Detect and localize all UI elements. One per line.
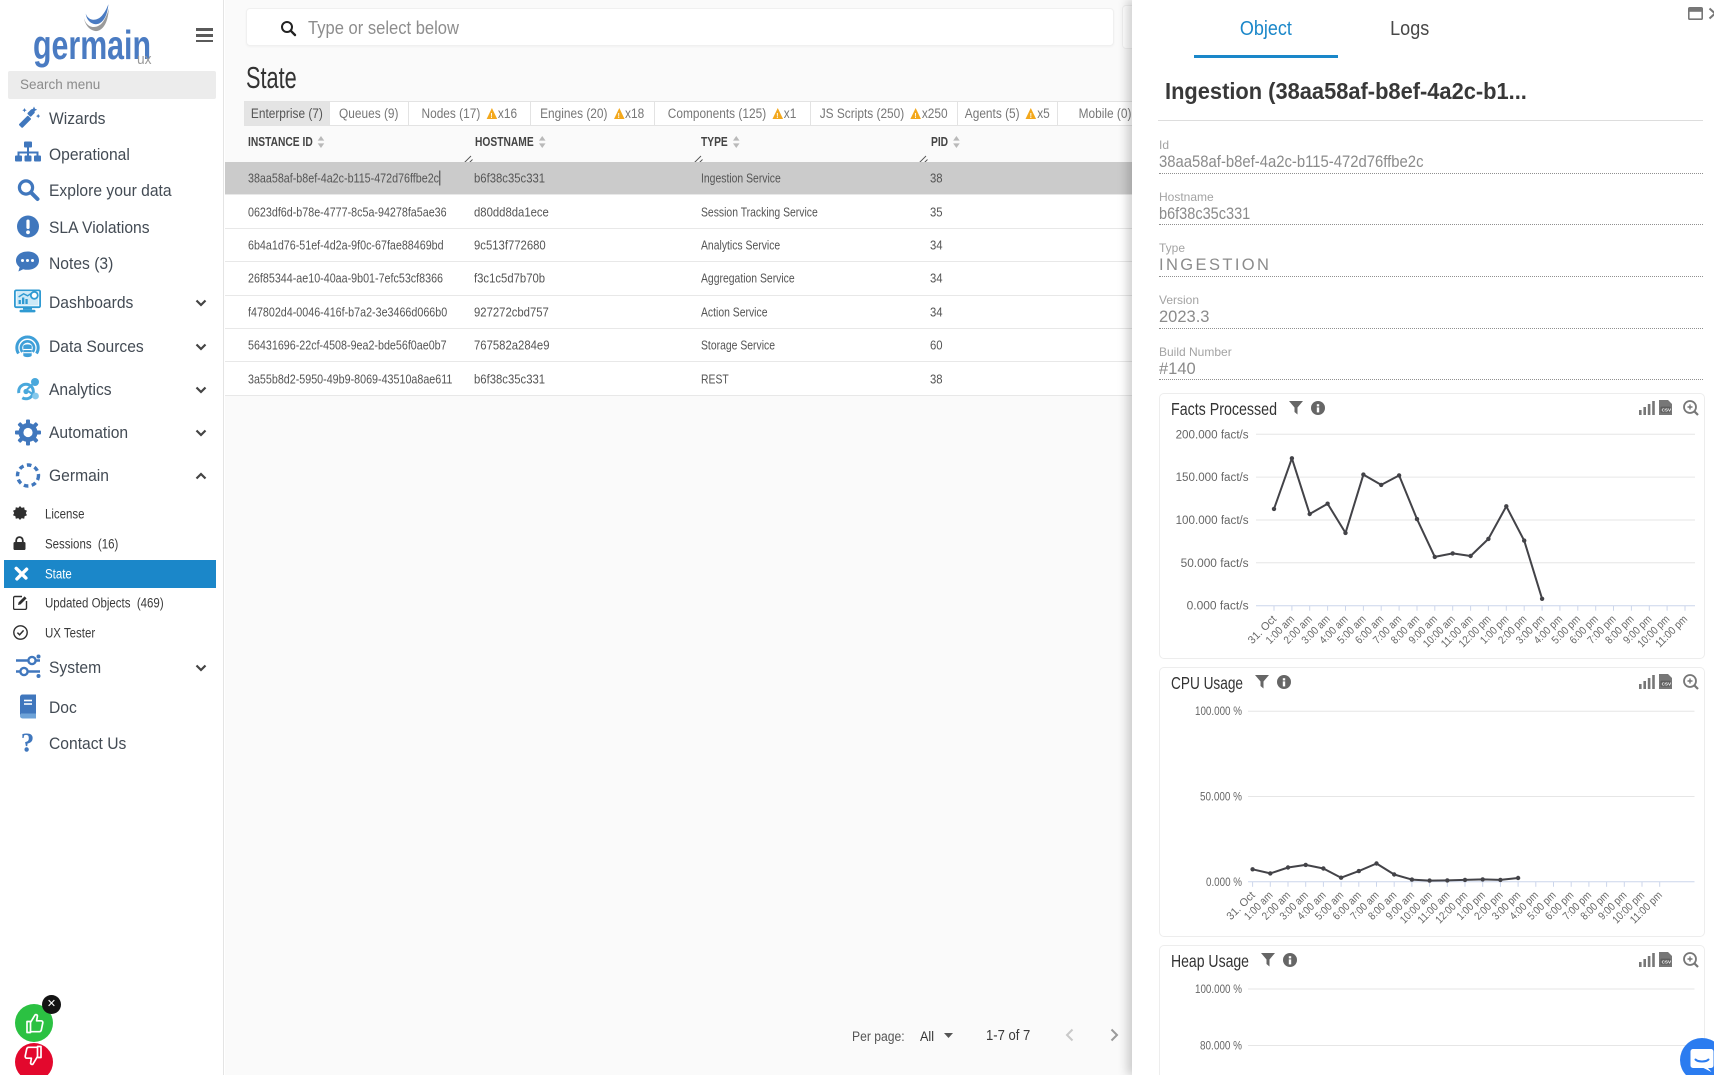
svg-text:50.000 fact/s: 50.000 fact/s xyxy=(1181,558,1249,570)
svg-text:100.000 %: 100.000 % xyxy=(1195,706,1242,718)
svg-text:50.000 %: 50.000 % xyxy=(1200,792,1242,804)
svg-text:CSV: CSV xyxy=(1662,407,1672,412)
svg-text:CSV: CSV xyxy=(1662,681,1672,686)
svg-text:0.000 %: 0.000 % xyxy=(1206,877,1242,889)
svg-text:0.000 fact/s: 0.000 fact/s xyxy=(1187,601,1249,613)
svg-text:ux: ux xyxy=(137,51,152,68)
svg-text:100.000 %: 100.000 % xyxy=(1195,984,1242,996)
svg-text:germain: germain xyxy=(33,22,151,68)
svg-text:80.000 %: 80.000 % xyxy=(1200,1041,1242,1053)
svg-text:100.000 fact/s: 100.000 fact/s xyxy=(1176,515,1249,527)
svg-text:150.000 fact/s: 150.000 fact/s xyxy=(1176,472,1249,484)
svg-text:Facts Processed: Facts Processed xyxy=(1171,399,1277,419)
svg-text:Heap Usage: Heap Usage xyxy=(1171,951,1249,971)
svg-text:200.000 fact/s: 200.000 fact/s xyxy=(1176,429,1249,441)
svg-text:CPU Usage: CPU Usage xyxy=(1171,673,1243,693)
svg-text:CSV: CSV xyxy=(1662,959,1672,964)
